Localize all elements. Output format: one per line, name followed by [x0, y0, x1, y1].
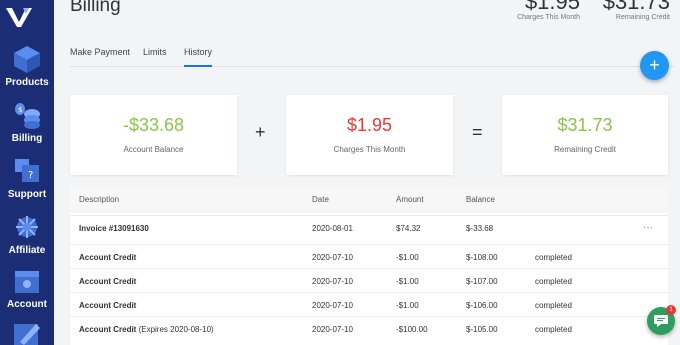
row-date: 2020-08-01	[312, 224, 353, 233]
row-description: Invoice #13091630	[79, 224, 149, 233]
charges-card: $1.95 Charges This Month	[286, 95, 453, 175]
account-balance-label: Account Balance	[123, 145, 184, 154]
plus-sign: +	[255, 122, 266, 142]
table-row[interactable]: Account Credit 2020-07-10 -$1.00 $-107.0…	[70, 268, 668, 292]
row-amount: -$1.00	[396, 277, 419, 286]
sidebar-item-products[interactable]: Products	[0, 44, 54, 88]
sidebar-item-support[interactable]: ? Support	[0, 156, 54, 200]
cube-icon	[14, 46, 40, 73]
row-status: completed	[535, 277, 572, 286]
account-balance-card: -$33.68 Account Balance	[70, 95, 237, 175]
row-status: completed	[535, 253, 572, 262]
charges-card-label: Charges This Month	[333, 145, 406, 154]
th-description: Description	[79, 195, 120, 204]
table-row[interactable]: Account Credit 2020-07-10 -$1.00 $-106.0…	[70, 292, 668, 316]
pencil-icon[interactable]	[10, 318, 44, 345]
charges-value: $1.95	[524, 0, 580, 14]
add-button[interactable]: +	[640, 51, 669, 80]
row-amount: -$100.00	[396, 325, 428, 334]
row-date: 2020-07-10	[312, 253, 353, 262]
row-description: Account Credit	[79, 301, 137, 310]
row-date: 2020-07-10	[312, 277, 353, 286]
sidebar-item-label: Affiliate	[8, 245, 46, 256]
table-row[interactable]: Account Credit 2020-07-10 -$1.00 $-108.0…	[70, 244, 668, 268]
row-amount: -$1.00	[396, 253, 419, 262]
sidebar-item-billing[interactable]: $ Billing	[0, 100, 54, 144]
row-amount: $74.32	[396, 224, 421, 233]
account-balance-value: -$33.68	[122, 115, 185, 135]
row-balance: $-107.00	[466, 277, 498, 286]
sidebar-item-label: Billing	[11, 133, 43, 144]
vultr-logo[interactable]	[6, 6, 32, 28]
header-charges-stat: $1.95 Charges This Month	[508, 0, 580, 21]
affiliate-icon	[16, 216, 38, 238]
sidebar-item-account[interactable]: Account	[0, 266, 54, 310]
table-header: Description Date Amount Balance	[70, 185, 668, 213]
charges-card-value: $1.95	[346, 115, 393, 135]
sidebar-item-affiliate[interactable]: Affiliate	[0, 212, 54, 256]
row-status: completed	[535, 325, 572, 334]
sidebar: Products $ Billing ? Support Affiliate A…	[0, 0, 54, 345]
equals-sign: =	[472, 122, 483, 142]
row-date: 2020-07-10	[312, 301, 353, 310]
sidebar-item-label: Support	[7, 189, 47, 200]
tab-history[interactable]: History	[184, 47, 213, 67]
page-title: Billing	[70, 0, 121, 16]
row-balance: $-108.00	[466, 253, 498, 262]
support-icon: ?	[15, 159, 39, 182]
svg-text:?: ?	[28, 170, 33, 181]
more-options-icon[interactable]: ···	[643, 222, 653, 233]
row-balance: $-33.68	[466, 224, 494, 233]
row-description: Account Credit	[79, 277, 137, 286]
chat-badge: 1	[666, 305, 676, 315]
remaining-label: Remaining Credit	[615, 14, 670, 21]
th-balance: Balance	[466, 195, 495, 204]
tab-limits[interactable]: Limits	[143, 47, 167, 67]
row-balance: $-106.00	[466, 301, 498, 310]
row-date: 2020-07-10	[312, 325, 353, 334]
remaining-value: $31.73	[602, 0, 670, 14]
th-amount: Amount	[396, 195, 424, 204]
remaining-card-value: $31.73	[557, 115, 613, 135]
remaining-card-label: Remaining Credit	[554, 145, 616, 154]
table-row[interactable]: Invoice #13091630 2020-08-01 $74.32 $-33…	[70, 215, 668, 239]
account-icon	[15, 271, 39, 293]
row-status: completed	[535, 301, 572, 310]
history-table: Description Date Amount Balance Invoice …	[70, 185, 668, 345]
table-row[interactable]: Account Credit (Expires 2020-08-10) 2020…	[70, 316, 668, 340]
svg-text:$: $	[18, 106, 22, 114]
chat-icon	[654, 315, 668, 327]
charges-label: Charges This Month	[517, 14, 580, 21]
row-balance: $-105.00	[466, 325, 498, 334]
header-remaining-stat: $31.73 Remaining Credit	[596, 0, 670, 21]
row-amount: -$1.00	[396, 301, 419, 310]
th-date: Date	[312, 195, 329, 204]
row-description-extra: (Expires 2020-08-10)	[136, 325, 214, 334]
sidebar-item-label: Account	[7, 299, 47, 310]
remaining-credit-card: $31.73 Remaining Credit	[502, 95, 668, 175]
row-description: Account Credit (Expires 2020-08-10)	[79, 325, 214, 334]
tab-make-payment[interactable]: Make Payment	[70, 47, 130, 67]
coins-icon: $	[15, 103, 40, 129]
row-description: Account Credit	[79, 253, 137, 262]
sidebar-item-label: Products	[5, 77, 49, 88]
